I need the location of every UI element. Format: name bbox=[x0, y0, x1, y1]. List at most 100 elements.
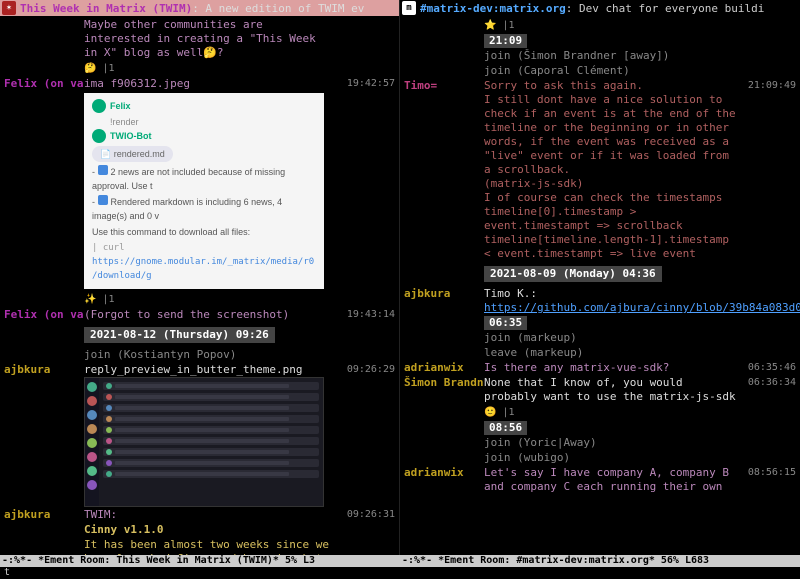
message-sender bbox=[4, 348, 84, 362]
message-body: join (Kostiantyn Popov) bbox=[84, 348, 339, 362]
message-sender bbox=[4, 523, 84, 537]
message-time: 09:26:29 bbox=[339, 363, 395, 507]
reaction[interactable]: 🙂 |1 bbox=[484, 406, 736, 420]
message-sender bbox=[404, 64, 484, 78]
reaction[interactable]: ⭐ |1 bbox=[484, 20, 515, 31]
message-body: Timo K.:https://github.com/ajbura/cinny/… bbox=[484, 287, 800, 315]
message-time bbox=[339, 18, 395, 76]
message-sender: ajbkura bbox=[4, 363, 84, 507]
message-sender bbox=[404, 451, 484, 465]
message-body: join (Yoric|Away) bbox=[484, 436, 740, 450]
time-badge: 21:09 bbox=[484, 34, 527, 48]
date-badge: 2021-08-09 (Monday) 04:36 bbox=[484, 266, 662, 282]
embedded-screenshot bbox=[84, 377, 324, 507]
message-row[interactable]: Šimon Brandner None that I know of, you … bbox=[404, 376, 796, 420]
message-sender bbox=[4, 538, 84, 555]
message-body: leave (markeup) bbox=[484, 346, 740, 360]
message-time: 06:35:46 bbox=[740, 361, 796, 375]
message-link[interactable]: https://github.com/ajbura/cinny/blob/39b… bbox=[484, 301, 800, 314]
matrix-logo-icon: m bbox=[402, 1, 416, 15]
right-modeline: -:%*- *Ement Room: #matrix-dev:matrix.or… bbox=[400, 555, 800, 567]
message-body: TWIM: bbox=[84, 508, 339, 522]
message-body: Maybe other communities are interested i… bbox=[84, 18, 339, 76]
message-sender bbox=[404, 346, 484, 360]
message-time bbox=[740, 49, 796, 63]
message-row[interactable]: It has been almost two weeks since we ha… bbox=[4, 538, 395, 555]
message-body: join (markeup) bbox=[484, 331, 740, 345]
message-sender: adrianwix bbox=[404, 466, 484, 494]
message-row[interactable]: join (markeup) bbox=[404, 331, 796, 345]
message-row[interactable]: Felix (on vaca ima f906312.jpeg Felix !r… bbox=[4, 77, 395, 291]
message-time bbox=[740, 436, 796, 450]
message-row[interactable]: ajbkura Timo K.:https://github.com/ajbur… bbox=[404, 287, 796, 315]
minibuffer[interactable]: t bbox=[0, 567, 800, 579]
message-row[interactable]: join (Caporal Clément) bbox=[404, 64, 796, 78]
message-time bbox=[740, 64, 796, 78]
message-time bbox=[339, 523, 395, 537]
left-modeline: -:%*- *Ement Room: This Week in Matrix (… bbox=[0, 555, 400, 567]
message-body: join (Caporal Clément) bbox=[484, 64, 740, 78]
message-sender bbox=[404, 436, 484, 450]
message-time bbox=[740, 346, 796, 360]
message-row[interactable]: join (Kostiantyn Popov) bbox=[4, 348, 395, 362]
message-body: (Forgot to send the screenshot) bbox=[84, 308, 339, 322]
modeline-row: -:%*- *Ement Room: This Week in Matrix (… bbox=[0, 555, 800, 567]
message-row[interactable]: adrianwix Is there any matrix-vue-sdk? 0… bbox=[404, 361, 796, 375]
right-room-title: #matrix-dev:matrix.org bbox=[420, 2, 566, 15]
message-row[interactable]: join (Šimon Brandner [away]) bbox=[404, 49, 796, 63]
time-badge: 06:35 bbox=[484, 316, 527, 330]
message-time bbox=[339, 538, 395, 555]
message-sender: ajbkura bbox=[404, 287, 484, 315]
left-messages[interactable]: Maybe other communities are interested i… bbox=[0, 16, 399, 555]
reaction[interactable]: ✨ |1 bbox=[84, 294, 115, 305]
message-sender: ajbkura bbox=[4, 508, 84, 522]
message-time: 19:43:14 bbox=[339, 308, 395, 322]
message-row[interactable]: join (wubigo) bbox=[404, 451, 796, 465]
message-body: Let's say I have company A, company B an… bbox=[484, 466, 740, 494]
message-body: join (wubigo) bbox=[484, 451, 740, 465]
message-body: Is there any matrix-vue-sdk? bbox=[484, 361, 740, 375]
message-row[interactable]: join (Yoric|Away) bbox=[404, 436, 796, 450]
message-time: 21:09:49 bbox=[740, 79, 796, 261]
left-pane: ✶ This Week in Matrix (TWIM) : A new edi… bbox=[0, 0, 400, 555]
message-time bbox=[339, 348, 395, 362]
message-body: Sorry to ask this again.I still dont hav… bbox=[484, 79, 740, 261]
right-messages[interactable]: ⭐ |1 21:09 join (Šimon Brandner [away]) j… bbox=[400, 16, 800, 555]
message-row[interactable]: Timo= Sorry to ask this again.I still do… bbox=[404, 79, 796, 261]
message-row[interactable]: adrianwix Let's say I have company A, co… bbox=[404, 466, 796, 494]
left-room-title: This Week in Matrix (TWIM) bbox=[20, 2, 192, 15]
message-time: 08:56:15 bbox=[740, 466, 796, 494]
right-room-desc: : Dev chat for everyone buildi bbox=[566, 2, 765, 15]
message-row[interactable]: Felix (on vaca (Forgot to send the scree… bbox=[4, 308, 395, 322]
message-body: None that I know of, you would probably … bbox=[484, 376, 740, 420]
right-pane: m #matrix-dev:matrix.org : Dev chat for … bbox=[400, 0, 800, 555]
reaction[interactable]: 🤔 |1 bbox=[84, 62, 335, 76]
message-body: reply_preview_in_butter_theme.png bbox=[84, 363, 339, 507]
matrix-room-icon: ✶ bbox=[2, 1, 16, 15]
message-sender bbox=[404, 331, 484, 345]
message-sender bbox=[4, 18, 84, 76]
message-row[interactable]: ajbkura reply_preview_in_butter_theme.pn… bbox=[4, 363, 395, 507]
message-body: join (Šimon Brandner [away]) bbox=[484, 49, 740, 63]
message-sender: adrianwix bbox=[404, 361, 484, 375]
message-time: 06:36:34 bbox=[740, 376, 796, 420]
message-time bbox=[740, 331, 796, 345]
message-row[interactable]: Maybe other communities are interested i… bbox=[4, 18, 395, 76]
left-room-desc: : A new edition of TWIM ev bbox=[192, 2, 364, 15]
message-sender: Timo= bbox=[404, 79, 484, 261]
message-body: ima f906312.jpeg Felix !render TWIO-Bot … bbox=[84, 77, 339, 291]
right-room-header[interactable]: m #matrix-dev:matrix.org : Dev chat for … bbox=[400, 0, 800, 16]
message-time bbox=[740, 451, 796, 465]
message-row[interactable]: leave (markeup) bbox=[404, 346, 796, 360]
message-sender: Šimon Brandner bbox=[404, 376, 484, 420]
message-sender: Felix (on vaca bbox=[4, 308, 84, 322]
time-badge: 08:56 bbox=[484, 421, 527, 435]
message-sender: Felix (on vaca bbox=[4, 77, 84, 291]
left-room-header[interactable]: ✶ This Week in Matrix (TWIM) : A new edi… bbox=[0, 0, 399, 16]
message-time: 19:42:57 bbox=[339, 77, 395, 291]
message-body: It has been almost two weeks since we ha… bbox=[84, 538, 339, 555]
message-row[interactable]: ajbkura TWIM: 09:26:31 bbox=[4, 508, 395, 522]
date-badge: 2021-08-12 (Thursday) 09:26 bbox=[84, 327, 275, 343]
embedded-card: Felix !render TWIO-Bot 📄 rendered.md - 2… bbox=[84, 93, 324, 289]
message-row[interactable]: Cinny v1.1.0 bbox=[4, 523, 395, 537]
